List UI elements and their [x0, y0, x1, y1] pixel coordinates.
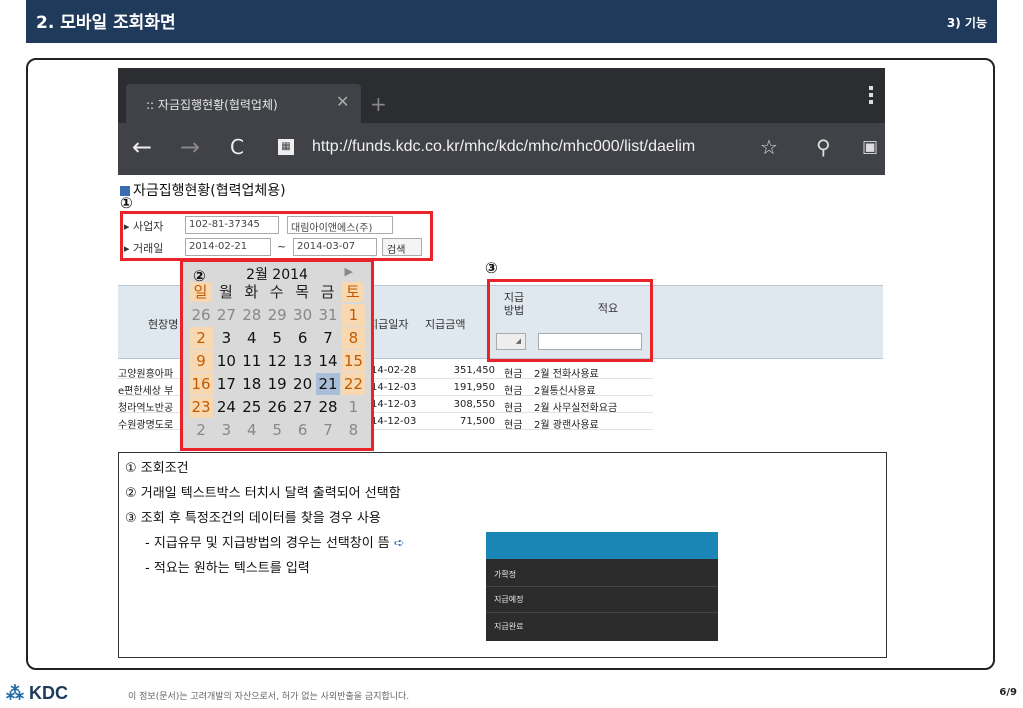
back-icon[interactable]: ←	[132, 133, 152, 161]
page-number: 6/9	[999, 687, 1017, 698]
marker-2: ②	[193, 267, 206, 285]
bookmarks-icon[interactable]: ▣	[862, 137, 878, 157]
slide-header: 2. 모바일 조회화면 3) 기능	[26, 0, 997, 43]
desc-line-2: ② 거래일 텍스트박스 터치시 달력 출력되어 선택함	[125, 486, 401, 501]
new-tab-icon[interactable]: +	[370, 92, 387, 116]
browser-url-bar: ← → C ▦ http://funds.kdc.co.kr/mhc/kdc/m…	[118, 123, 885, 175]
marker-1: ①	[120, 194, 133, 212]
desc-line-3: ③ 조회 후 특정조건의 데이터를 찾을 경우 사용	[125, 511, 381, 526]
highlight-box-1	[120, 211, 433, 261]
footer-notice: 이 정보(문서)는 고려개발의 자산으로서, 허가 없는 사외반출을 금지합니다…	[128, 692, 410, 702]
marker-3: ③	[485, 259, 498, 277]
close-tab-icon[interactable]: ✕	[336, 92, 349, 111]
popup-item[interactable]: 지급예정	[494, 594, 523, 605]
section-label: 3) 기능	[946, 16, 987, 30]
search-icon[interactable]: ⚲	[816, 135, 831, 159]
desc-line-4: - 지급유무 및 지급방법의 경우는 선택창이 뜸 ➪	[145, 536, 405, 551]
tab-title: :: 자금집행현황(협력업체)	[146, 98, 278, 112]
bookmark-star-icon[interactable]: ☆	[760, 135, 778, 159]
popup-item[interactable]: 지급완료	[494, 621, 523, 632]
browser-tab[interactable]: :: 자금집행현황(협력업체) ✕	[126, 84, 361, 123]
forward-icon[interactable]: →	[180, 133, 200, 161]
popup-item[interactable]: 가확정	[494, 569, 516, 580]
desc-line-5: - 적요는 원하는 텍스트를 입력	[145, 561, 310, 576]
select-popup: 가확정 지급예정 지급완료	[486, 532, 718, 641]
slide-title: 2. 모바일 조회화면	[36, 13, 176, 33]
highlight-box-3	[487, 279, 653, 362]
col-amount: 지급금액	[425, 318, 466, 331]
menu-icon[interactable]	[869, 86, 873, 104]
kdc-logo: ⁂ KDC	[6, 683, 69, 703]
site-favicon-icon: ▦	[278, 139, 294, 155]
pointer-arrow-icon: ➪	[393, 536, 405, 551]
col-site: 현장명	[148, 318, 179, 331]
desc-line-1: ① 조회조건	[125, 461, 189, 476]
page-title: 자금집행현황(협력업체용)	[120, 180, 286, 200]
browser-tab-bar: :: 자금집행현황(협력업체) ✕ +	[118, 68, 885, 123]
url-field[interactable]: http://funds.kdc.co.kr/mhc/kdc/mhc/mhc00…	[312, 138, 695, 156]
highlight-box-2	[180, 259, 374, 451]
popup-header	[486, 532, 718, 559]
reload-icon[interactable]: C	[230, 135, 244, 159]
col-date: 지급일자	[368, 318, 409, 331]
logo-mark-icon: ⁂	[6, 683, 24, 703]
